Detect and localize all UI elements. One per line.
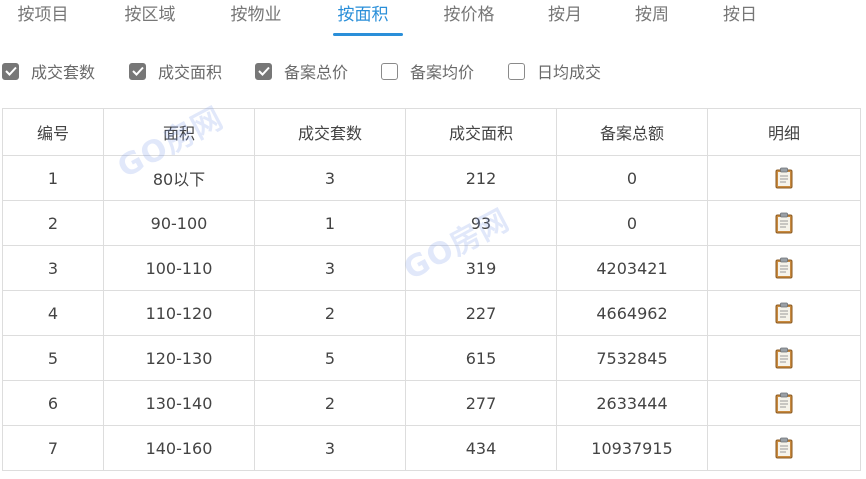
tab-by-week[interactable]: 按周 <box>633 0 671 36</box>
cell-id: 4 <box>2 290 104 336</box>
cell-deal-units: 1 <box>254 200 406 246</box>
cell-deal-area: 434 <box>405 425 557 471</box>
cell-id: 1 <box>2 155 104 201</box>
cell-deal-units: 5 <box>254 335 406 381</box>
column-filter-checkboxes: 成交套数 成交面积 备案总价 备案均价 日均成交 <box>0 56 866 86</box>
tab-by-price[interactable]: 按价格 <box>440 0 498 36</box>
tab-by-area[interactable]: 按面积 <box>334 0 392 36</box>
table-row: 6 130-140 2 277 2633444 <box>2 380 861 426</box>
cell-deal-area: 615 <box>405 335 557 381</box>
header-deal-area: 成交面积 <box>405 108 557 156</box>
checkbox-unchecked-icon[interactable] <box>508 62 525 80</box>
cell-area: 90-100 <box>103 200 255 246</box>
cell-deal-area: 93 <box>405 200 557 246</box>
cell-deal-units: 3 <box>254 425 406 471</box>
clipboard-icon[interactable] <box>775 212 793 234</box>
cell-filing-total: 0 <box>556 200 708 246</box>
table-row: 3 100-110 3 319 4203421 <box>2 245 861 291</box>
cell-area: 130-140 <box>103 380 255 426</box>
tab-by-month[interactable]: 按月 <box>546 0 584 36</box>
checkbox-filing-average[interactable]: 备案均价 <box>381 56 474 86</box>
cell-filing-total: 7532845 <box>556 335 708 381</box>
header-detail: 明细 <box>707 108 861 156</box>
header-area: 面积 <box>103 108 255 156</box>
header-filing-total: 备案总额 <box>556 108 708 156</box>
table-row: 7 140-160 3 434 10937915 <box>2 425 861 471</box>
cell-area: 80以下 <box>103 155 255 201</box>
checkbox-unchecked-icon[interactable] <box>381 62 398 80</box>
cell-detail <box>707 245 861 291</box>
header-id: 编号 <box>2 108 104 156</box>
cell-filing-total: 2633444 <box>556 380 708 426</box>
tab-by-region[interactable]: 按区域 <box>121 0 179 36</box>
cell-detail <box>707 155 861 201</box>
checkbox-daily-average[interactable]: 日均成交 <box>508 56 601 86</box>
clipboard-icon[interactable] <box>775 302 793 324</box>
tab-by-project[interactable]: 按项目 <box>14 0 72 36</box>
cell-id: 3 <box>2 245 104 291</box>
cell-filing-total: 4203421 <box>556 245 708 291</box>
checkbox-checked-icon[interactable] <box>129 62 146 80</box>
checkbox-filing-total[interactable]: 备案总价 <box>255 56 348 86</box>
checkbox-deal-units[interactable]: 成交套数 <box>2 56 95 86</box>
active-tab-indicator <box>333 33 403 36</box>
cell-deal-area: 319 <box>405 245 557 291</box>
clipboard-icon[interactable] <box>775 392 793 414</box>
table-row: 2 90-100 1 93 0 <box>2 200 861 246</box>
clipboard-icon[interactable] <box>775 167 793 189</box>
cell-detail <box>707 335 861 381</box>
checkbox-deal-area[interactable]: 成交面积 <box>129 56 222 86</box>
cell-detail <box>707 290 861 336</box>
table-row: 1 80以下 3 212 0 <box>2 155 861 201</box>
area-stats-table-container: 编号 面积 成交套数 成交面积 备案总额 明细 1 80以下 3 212 0 2 90-10… <box>2 108 861 471</box>
cell-id: 7 <box>2 425 104 471</box>
cell-deal-area: 227 <box>405 290 557 336</box>
cell-id: 6 <box>2 380 104 426</box>
cell-detail <box>707 425 861 471</box>
cell-area: 140-160 <box>103 425 255 471</box>
cell-id: 2 <box>2 200 104 246</box>
clipboard-icon[interactable] <box>775 257 793 279</box>
cell-filing-total: 10937915 <box>556 425 708 471</box>
cell-area: 110-120 <box>103 290 255 336</box>
table-row: 5 120-130 5 615 7532845 <box>2 335 861 381</box>
cell-filing-total: 4664962 <box>556 290 708 336</box>
header-deal-units: 成交套数 <box>254 108 406 156</box>
cell-id: 5 <box>2 335 104 381</box>
checkbox-checked-icon[interactable] <box>255 62 272 80</box>
checkbox-label: 成交套数 <box>31 63 96 82</box>
tab-bar: 按项目 按区域 按物业 按面积 按价格 按月 按周 按日 <box>0 0 866 38</box>
table-header-row: 编号 面积 成交套数 成交面积 备案总额 明细 <box>2 108 861 156</box>
cell-deal-units: 2 <box>254 290 406 336</box>
checkbox-label: 成交面积 <box>158 63 223 82</box>
cell-filing-total: 0 <box>556 155 708 201</box>
area-stats-table: 编号 面积 成交套数 成交面积 备案总额 明细 1 80以下 3 212 0 2 90-10… <box>2 108 861 471</box>
checkbox-label: 日均成交 <box>537 63 602 82</box>
cell-detail <box>707 200 861 246</box>
cell-deal-area: 212 <box>405 155 557 201</box>
checkbox-checked-icon[interactable] <box>2 62 19 80</box>
clipboard-icon[interactable] <box>775 347 793 369</box>
cell-deal-units: 2 <box>254 380 406 426</box>
cell-deal-area: 277 <box>405 380 557 426</box>
cell-detail <box>707 380 861 426</box>
cell-area: 120-130 <box>103 335 255 381</box>
table-row: 4 110-120 2 227 4664962 <box>2 290 861 336</box>
tab-by-day[interactable]: 按日 <box>721 0 759 36</box>
cell-deal-units: 3 <box>254 245 406 291</box>
cell-deal-units: 3 <box>254 155 406 201</box>
checkbox-label: 备案总价 <box>284 63 349 82</box>
cell-area: 100-110 <box>103 245 255 291</box>
tab-by-property[interactable]: 按物业 <box>227 0 285 36</box>
clipboard-icon[interactable] <box>775 437 793 459</box>
checkbox-label: 备案均价 <box>410 63 475 82</box>
